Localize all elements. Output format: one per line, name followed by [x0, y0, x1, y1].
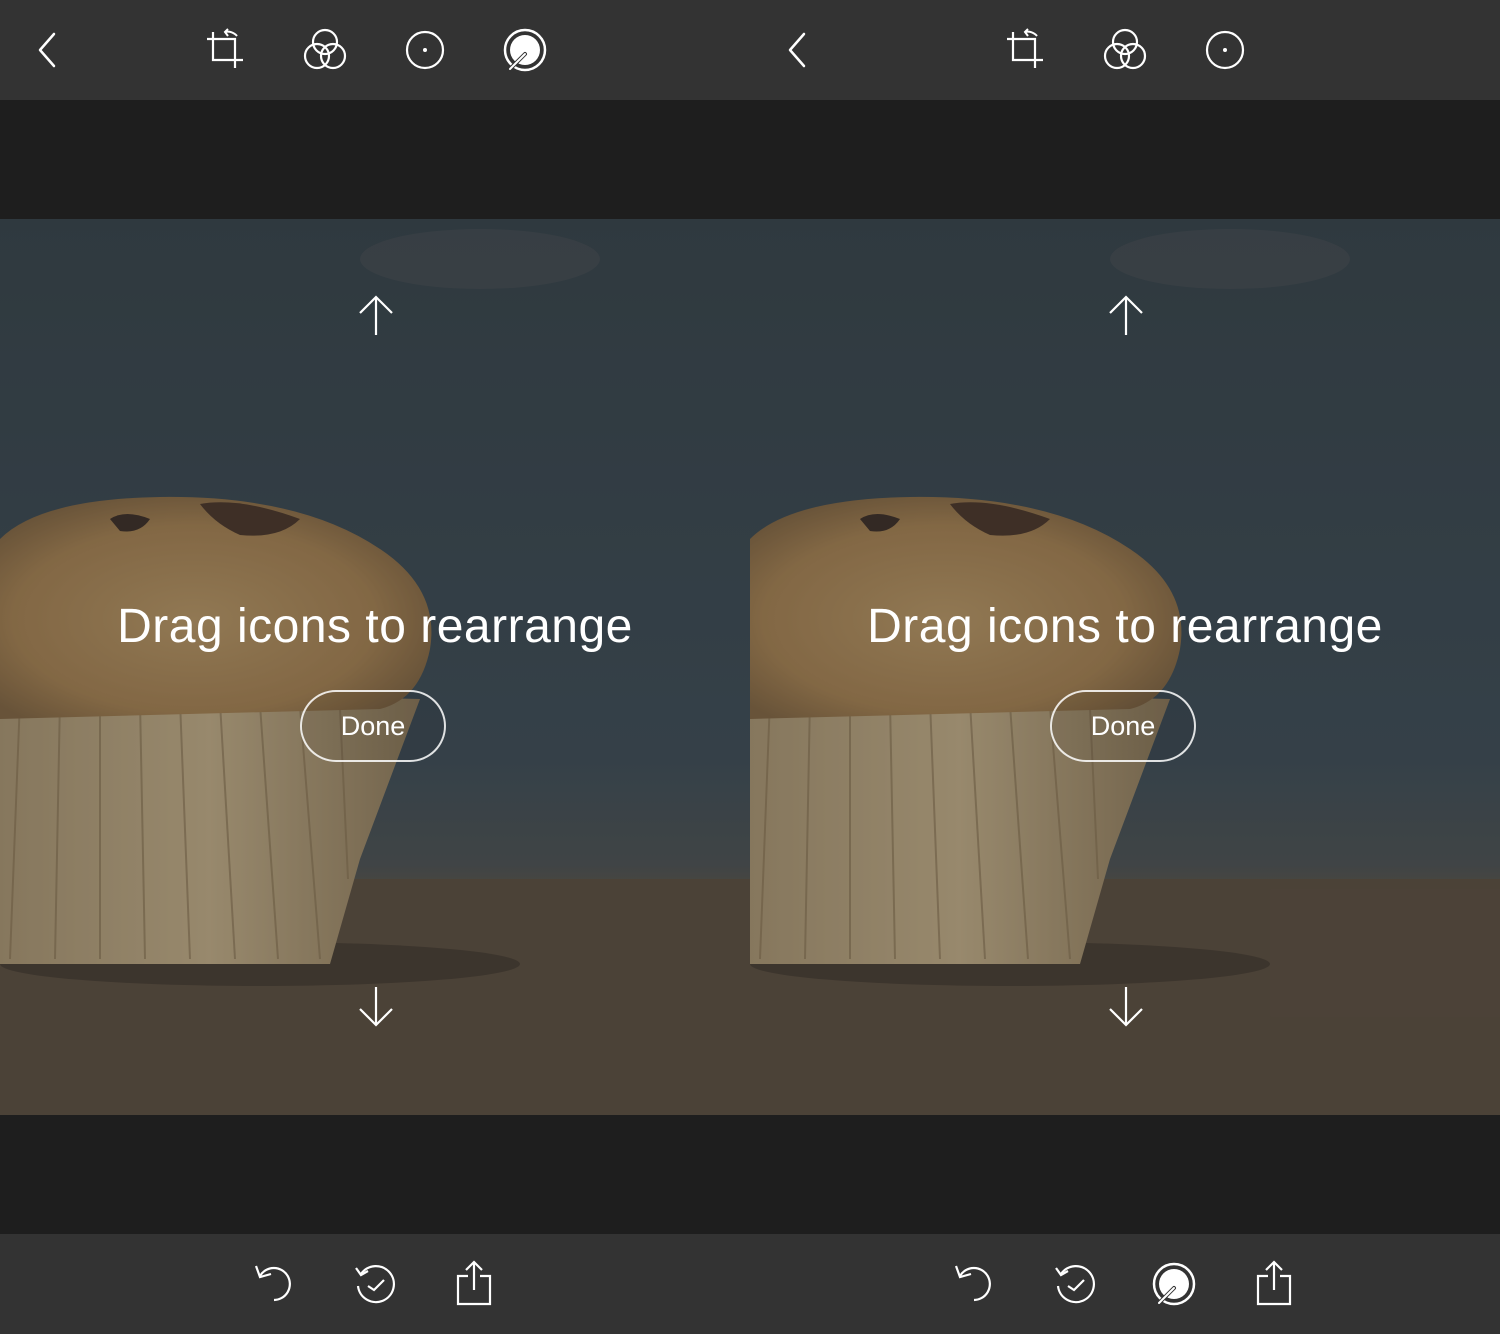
filters-tool-button[interactable]: [293, 18, 357, 82]
history-button[interactable]: [342, 1252, 406, 1316]
move-down-indicator: [1102, 983, 1150, 1031]
adjust-tool-button[interactable]: [1142, 1252, 1206, 1316]
crop-rotate-icon: [207, 28, 243, 68]
arrow-down-icon: [359, 987, 393, 1027]
rearrange-hint: Drag icons to rearrange: [117, 600, 633, 653]
screen-before: Drag icons to rearrange Done: [0, 0, 750, 1334]
photo-canvas: Drag icons to rearrange Done: [750, 219, 1500, 1115]
done-button[interactable]: Done: [1050, 690, 1196, 762]
vignette-icon: [1205, 30, 1245, 70]
vignette-tool-button[interactable]: [1193, 18, 1257, 82]
undo-icon: [254, 1265, 291, 1302]
chevron-left-icon: [788, 32, 806, 68]
undo-button[interactable]: [242, 1252, 306, 1316]
move-up-indicator: [1102, 291, 1150, 339]
adjust-dial-icon: [1152, 1262, 1196, 1306]
filters-icon: [303, 28, 347, 70]
crop-rotate-icon: [1007, 28, 1043, 68]
history-button[interactable]: [1042, 1252, 1106, 1316]
share-button[interactable]: [442, 1252, 506, 1316]
crop-tool-button[interactable]: [993, 18, 1057, 82]
photo-canvas: Drag icons to rearrange Done: [0, 219, 750, 1115]
move-down-indicator: [352, 983, 400, 1031]
back-button[interactable]: [766, 18, 830, 82]
vignette-tool-button[interactable]: [393, 18, 457, 82]
bottom-toolbar: [750, 1234, 1500, 1334]
arrow-up-icon: [1109, 295, 1143, 335]
comparison-screens: Drag icons to rearrange Done Drag icons …: [0, 0, 1500, 1334]
share-icon: [456, 1260, 492, 1306]
undo-button[interactable]: [942, 1252, 1006, 1316]
arrow-down-icon: [1109, 987, 1143, 1027]
chevron-left-icon: [38, 32, 56, 68]
rearrange-hint: Drag icons to rearrange: [867, 600, 1383, 653]
share-button[interactable]: [1242, 1252, 1306, 1316]
vignette-icon: [405, 30, 445, 70]
adjust-dial-icon: [503, 28, 547, 72]
undo-icon: [954, 1265, 991, 1302]
share-icon: [1256, 1260, 1292, 1306]
arrow-up-icon: [359, 295, 393, 335]
history-icon: [1055, 1265, 1095, 1304]
screen-after: Drag icons to rearrange Done: [750, 0, 1500, 1334]
dim-overlay: [750, 219, 1500, 1115]
bottom-toolbar: [0, 1234, 750, 1334]
move-up-indicator: [352, 291, 400, 339]
crop-tool-button[interactable]: [193, 18, 257, 82]
filters-icon: [1103, 28, 1147, 70]
dim-overlay: [0, 219, 750, 1115]
top-toolbar: [0, 0, 750, 100]
top-toolbar: [750, 0, 1500, 100]
done-button[interactable]: Done: [300, 690, 446, 762]
adjust-tool-button[interactable]: [493, 18, 557, 82]
history-icon: [355, 1265, 395, 1304]
back-button[interactable]: [16, 18, 80, 82]
filters-tool-button[interactable]: [1093, 18, 1157, 82]
